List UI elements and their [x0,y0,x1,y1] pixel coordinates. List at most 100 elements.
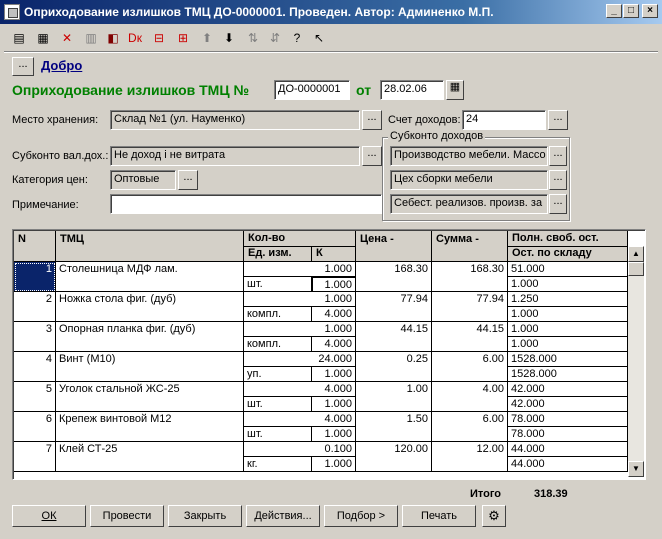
row-k[interactable]: 1.000 [312,277,356,292]
row-qty[interactable]: 4.000 [244,382,356,397]
income-sub2-select-button[interactable]: ... [549,170,567,190]
row-number[interactable]: 5 [14,382,56,412]
col-header-stock[interactable]: Ост. по складу [508,247,628,262]
row-stock[interactable]: 78.000 [508,427,628,442]
row-sum[interactable]: 168.30 [432,262,508,292]
settings-icon[interactable]: ⚙ [482,505,506,527]
sort-desc-icon[interactable]: ⇵ [266,29,284,47]
row-qty[interactable]: 24.000 [244,352,356,367]
note-field[interactable] [110,194,382,214]
help-icon[interactable]: ? [288,29,306,47]
income-sub3-field[interactable]: Себест. реализов. произв. за [390,194,548,214]
row-price[interactable]: 1.50 [356,412,432,442]
row-free[interactable]: 78.000 [508,412,628,427]
col-header-free[interactable]: Полн. своб. ост. [508,231,628,247]
vertical-scrollbar[interactable]: ▲ ▼ [628,246,644,477]
row-number[interactable]: 7 [14,442,56,472]
col-header-qty[interactable]: Кол-во [244,231,356,247]
row-free[interactable]: 1.000 [508,322,628,337]
row-free[interactable]: 1.250 [508,292,628,307]
copy-doc-icon[interactable]: ▦ [34,29,52,47]
row-unit[interactable]: компл. [244,337,312,352]
row-sum[interactable]: 4.00 [432,382,508,412]
edit-doc-icon[interactable]: ▥ [82,29,100,47]
col-header-unit[interactable]: Ед. изм. [244,247,312,262]
income-sub3-select-button[interactable]: ... [549,194,567,214]
income-account-field[interactable]: 24 [462,110,546,130]
scroll-down-icon[interactable]: ▼ [628,461,644,477]
row-price[interactable]: 168.30 [356,262,432,292]
row-k[interactable]: 1.000 [312,397,356,412]
row-number[interactable]: 2 [14,292,56,322]
row-stock[interactable]: 44.000 [508,457,628,472]
subconto-select-button[interactable]: ... [362,146,382,166]
row-unit[interactable]: кг. [244,457,312,472]
new-doc-icon[interactable]: ▤ [10,29,28,47]
delete-doc-icon[interactable]: ✕ [58,29,76,47]
row-unit[interactable]: шт. [244,397,312,412]
row-price[interactable]: 1.00 [356,382,432,412]
row-name[interactable]: Ножка стола фиг. (дуб) [56,292,244,322]
print-button[interactable]: Печать [402,505,476,527]
row-stock[interactable]: 1.000 [508,307,628,322]
col-header-k[interactable]: К [312,247,356,262]
row-stock[interactable]: 1.000 [508,337,628,352]
row-k[interactable]: 1.000 [312,457,356,472]
link-dobro[interactable]: Добро [41,58,82,73]
price-cat-select-button[interactable]: ... [178,170,198,190]
row-name[interactable]: Винт (М10) [56,352,244,382]
minimize-button[interactable]: _ [606,4,622,18]
date-field[interactable]: 28.02.06 [380,80,444,100]
row-unit[interactable]: компл. [244,307,312,322]
row-k[interactable]: 1.000 [312,367,356,382]
row-name[interactable]: Столешница МДФ лам. [56,262,244,292]
income-account-select-button[interactable]: ... [548,110,568,130]
row-sum[interactable]: 44.15 [432,322,508,352]
row-free[interactable]: 42.000 [508,382,628,397]
row-sum[interactable]: 6.00 [432,412,508,442]
row-k[interactable]: 1.000 [312,427,356,442]
doc-number-field[interactable]: ДО-0000001 [274,80,350,100]
row-stock[interactable]: 1.000 [508,277,628,292]
subconto-field[interactable]: Не доход і не витрата [110,146,360,166]
col-header-n[interactable]: N [14,231,56,262]
row-number[interactable]: 6 [14,412,56,442]
row-sum[interactable]: 77.94 [432,292,508,322]
row-name[interactable]: Опорная планка фиг. (дуб) [56,322,244,352]
row-name[interactable]: Крепеж винтовой М12 [56,412,244,442]
actions-button[interactable]: Действия... [246,505,320,527]
scroll-thumb[interactable] [628,262,644,276]
unpost-doc-icon[interactable]: Dк [126,29,144,47]
move-up-icon[interactable]: ⬆ [198,29,216,47]
row-stock[interactable]: 1528.000 [508,367,628,382]
row-price[interactable]: 77.94 [356,292,432,322]
pick-button[interactable]: Подбор > [324,505,398,527]
row-price[interactable]: 120.00 [356,442,432,472]
dots-button[interactable]: ... [12,57,34,76]
list-icon[interactable]: ⊞ [174,29,192,47]
col-header-sum[interactable]: Сумма - [432,231,508,262]
row-unit[interactable]: шт. [244,427,312,442]
storage-field[interactable]: Склад №1 (ул. Науменко) [110,110,360,130]
income-sub1-field[interactable]: Производство мебели. Массо [390,146,548,166]
journal-icon[interactable]: ⊟ [150,29,168,47]
storage-select-button[interactable]: ... [362,110,382,130]
calendar-icon[interactable]: ▦ [446,80,464,100]
row-unit[interactable]: уп. [244,367,312,382]
row-sum[interactable]: 6.00 [432,352,508,382]
items-table[interactable]: N ТМЦ Кол-во Ед. изм. К Цена - Сумма - П… [12,229,646,480]
row-name[interactable]: Клей СТ-25 [56,442,244,472]
ok-button[interactable]: ОК [12,505,86,527]
row-unit[interactable]: шт. [244,277,312,292]
row-free[interactable]: 44.000 [508,442,628,457]
row-qty[interactable]: 4.000 [244,412,356,427]
sort-asc-icon[interactable]: ⇅ [244,29,262,47]
row-qty[interactable]: 1.000 [244,292,356,307]
col-header-price[interactable]: Цена - [356,231,432,262]
post-button[interactable]: Провести [90,505,164,527]
row-name[interactable]: Уголок стальной ЖС-25 [56,382,244,412]
income-sub1-select-button[interactable]: ... [549,146,567,166]
row-qty[interactable]: 0.100 [244,442,356,457]
row-price[interactable]: 44.15 [356,322,432,352]
row-sum[interactable]: 12.00 [432,442,508,472]
